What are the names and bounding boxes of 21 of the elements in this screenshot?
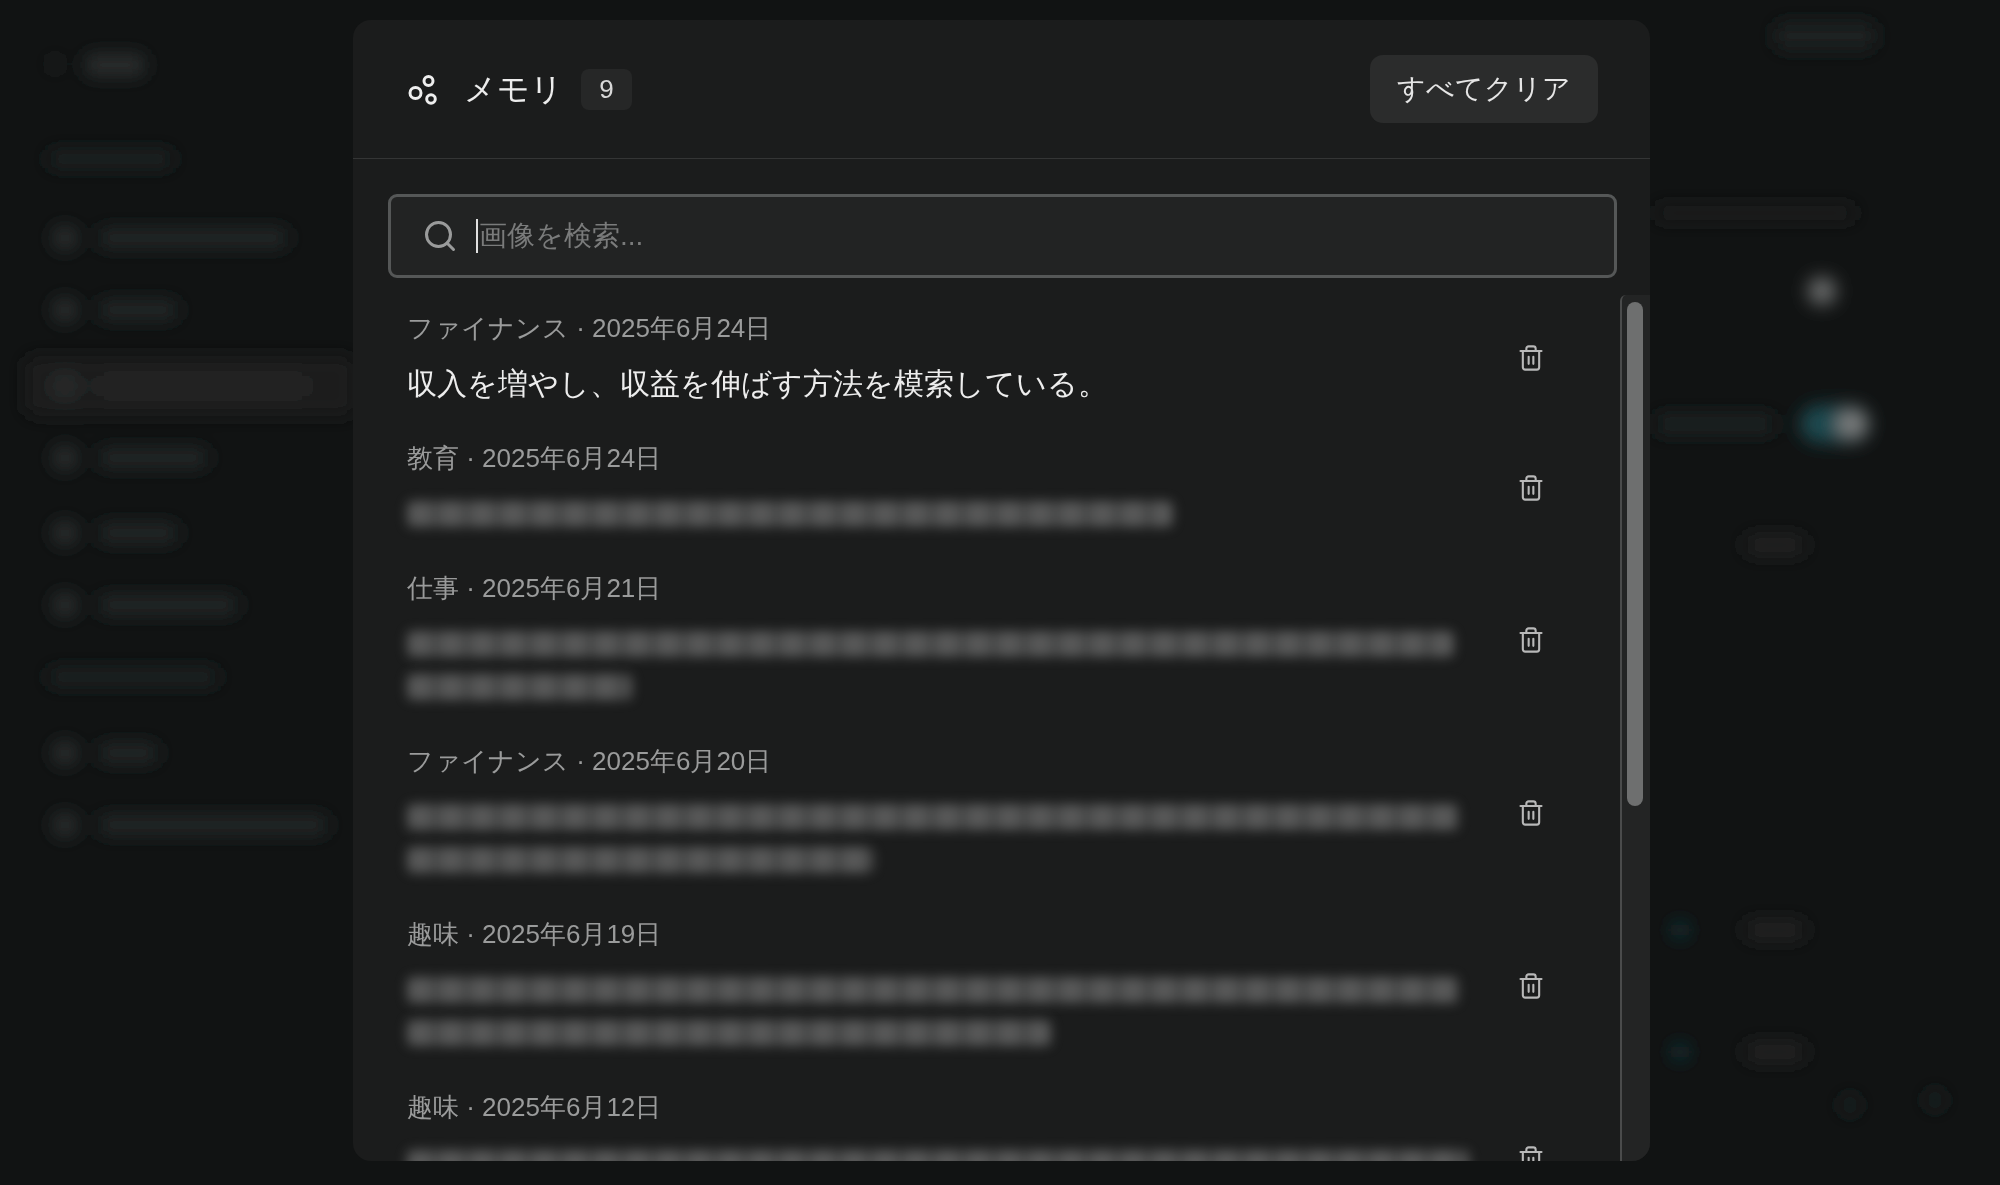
memory-meta: ファイナンス · 2025年6月24日 xyxy=(407,312,773,345)
text-cursor-icon xyxy=(476,219,478,253)
memory-meta: ファイナンス · 2025年6月20日 xyxy=(407,745,773,778)
trash-icon xyxy=(1517,798,1545,827)
count-badge: 9 xyxy=(581,68,632,110)
memory-meta: 趣味 · 2025年6月19日 xyxy=(407,918,663,951)
three-circles-icon xyxy=(408,73,438,105)
trash-icon xyxy=(1517,474,1545,502)
memory-meta: 教育 · 2025年6月24日 xyxy=(407,442,663,475)
memory-meta: 仕事 · 2025年6月21日 xyxy=(407,572,663,605)
dialog-title: メモリ xyxy=(464,69,563,109)
scrollbar-thumb[interactable] xyxy=(1627,302,1643,806)
memory-text: 収入を増やし、収益を伸ばす方法を模索している。 xyxy=(407,366,1109,402)
trash-icon xyxy=(1517,625,1545,654)
trash-icon xyxy=(1517,971,1545,1000)
scrollbar[interactable] xyxy=(1620,295,1650,1161)
memory-meta: 趣味 · 2025年6月12日 xyxy=(407,1091,663,1124)
trash-icon xyxy=(1517,344,1545,372)
clear-all-button[interactable]: すべてクリア xyxy=(1370,55,1598,123)
search-field[interactable]: 画像を検索... xyxy=(388,194,1617,278)
search-icon xyxy=(422,218,458,254)
